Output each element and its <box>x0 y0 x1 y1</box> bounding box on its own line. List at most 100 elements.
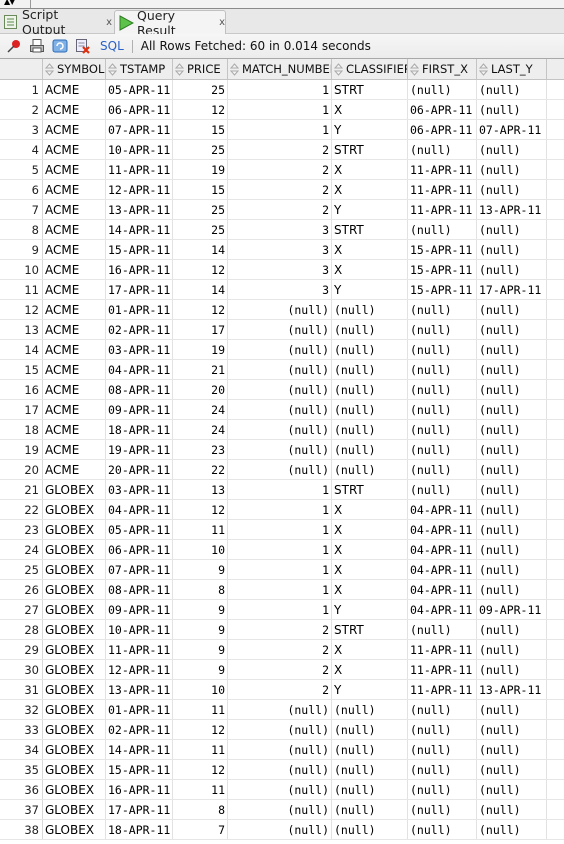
cell-match-number[interactable]: (null) <box>228 760 332 779</box>
cell-first-x[interactable]: (null) <box>408 700 477 719</box>
table-row[interactable]: 21 GLOBEX 03-APR-11 13 1 STRT (null) (null) <box>0 480 564 500</box>
cell-last-y[interactable]: (null) <box>477 160 547 179</box>
cell-first-x[interactable]: 15-APR-11 <box>408 280 477 299</box>
cell-match-number[interactable]: 3 <box>228 240 332 259</box>
cell-match-number[interactable]: 1 <box>228 560 332 579</box>
cell-tstamp[interactable]: 10-APR-11 <box>106 620 173 639</box>
sql-button[interactable]: SQL <box>100 39 124 53</box>
cell-classifier[interactable]: X <box>332 180 408 199</box>
cell-classifier[interactable]: (null) <box>332 340 408 359</box>
pin-icon[interactable] <box>5 37 23 55</box>
cell-classifier[interactable]: (null) <box>332 820 408 839</box>
cell-first-x[interactable]: (null) <box>408 780 477 799</box>
cell-price[interactable]: 15 <box>173 120 228 139</box>
cell-match-number[interactable]: (null) <box>228 700 332 719</box>
cell-last-y[interactable]: (null) <box>477 300 547 319</box>
cell-tstamp[interactable]: 02-APR-11 <box>106 320 173 339</box>
cell-tstamp[interactable]: 11-APR-11 <box>106 640 173 659</box>
cell-match-number[interactable]: 3 <box>228 280 332 299</box>
cell-last-y[interactable]: (null) <box>477 420 547 439</box>
table-row[interactable]: 17 ACME 09-APR-11 24 (null) (null) (null) (null… <box>0 400 564 420</box>
cell-symbol[interactable]: GLOBEX <box>43 720 106 739</box>
table-row[interactable]: 5 ACME 11-APR-11 19 2 X 11-APR-11 (null) <box>0 160 564 180</box>
cell-tstamp[interactable]: 01-APR-11 <box>106 700 173 719</box>
cell-tstamp[interactable]: 08-APR-11 <box>106 580 173 599</box>
cell-symbol[interactable]: GLOBEX <box>43 800 106 819</box>
cell-tstamp[interactable]: 12-APR-11 <box>106 180 173 199</box>
cell-price[interactable]: 12 <box>173 100 228 119</box>
cell-match-number[interactable]: 2 <box>228 680 332 699</box>
cell-symbol[interactable]: ACME <box>43 300 106 319</box>
cell-tstamp[interactable]: 01-APR-11 <box>106 300 173 319</box>
cell-first-x[interactable]: (null) <box>408 340 477 359</box>
table-row[interactable]: 36 GLOBEX 16-APR-11 11 (null) (null) (null) (nu… <box>0 780 564 800</box>
cell-price[interactable]: 12 <box>173 300 228 319</box>
cell-symbol[interactable]: GLOBEX <box>43 600 106 619</box>
cell-last-y[interactable]: (null) <box>477 660 547 679</box>
cell-match-number[interactable]: 1 <box>228 480 332 499</box>
cell-classifier[interactable]: (null) <box>332 300 408 319</box>
cell-match-number[interactable]: (null) <box>228 440 332 459</box>
cell-last-y[interactable]: (null) <box>477 740 547 759</box>
cell-classifier[interactable]: Y <box>332 200 408 219</box>
cell-symbol[interactable]: GLOBEX <box>43 500 106 519</box>
cell-last-y[interactable]: (null) <box>477 560 547 579</box>
cell-last-y[interactable]: (null) <box>477 360 547 379</box>
close-icon[interactable]: x <box>106 17 112 28</box>
cell-price[interactable]: 24 <box>173 400 228 419</box>
table-row[interactable]: 35 GLOBEX 15-APR-11 12 (null) (null) (null) (nu… <box>0 760 564 780</box>
cell-tstamp[interactable]: 17-APR-11 <box>106 800 173 819</box>
cell-price[interactable]: 24 <box>173 420 228 439</box>
cell-tstamp[interactable]: 18-APR-11 <box>106 820 173 839</box>
cell-price[interactable]: 23 <box>173 440 228 459</box>
cell-classifier[interactable]: STRT <box>332 80 408 99</box>
cell-match-number[interactable]: 1 <box>228 580 332 599</box>
table-row[interactable]: 24 GLOBEX 06-APR-11 10 1 X 04-APR-11 (null) <box>0 540 564 560</box>
table-row[interactable]: 7 ACME 13-APR-11 25 2 Y 11-APR-11 13-APR-11 <box>0 200 564 220</box>
cell-classifier[interactable]: (null) <box>332 360 408 379</box>
cell-last-y[interactable]: (null) <box>477 180 547 199</box>
table-row[interactable]: 25 GLOBEX 07-APR-11 9 1 X 04-APR-11 (null) <box>0 560 564 580</box>
cell-tstamp[interactable]: 06-APR-11 <box>106 100 173 119</box>
cell-match-number[interactable]: 1 <box>228 100 332 119</box>
cell-price[interactable]: 10 <box>173 540 228 559</box>
cell-tstamp[interactable]: 09-APR-11 <box>106 400 173 419</box>
cell-price[interactable]: 9 <box>173 600 228 619</box>
cell-price[interactable]: 15 <box>173 180 228 199</box>
table-row[interactable]: 6 ACME 12-APR-11 15 2 X 11-APR-11 (null) <box>0 180 564 200</box>
cell-tstamp[interactable]: 15-APR-11 <box>106 240 173 259</box>
cell-last-y[interactable]: (null) <box>477 80 547 99</box>
column-header-classifier[interactable]: CLASSIFIER <box>332 59 408 79</box>
cell-last-y[interactable]: (null) <box>477 580 547 599</box>
table-row[interactable]: 15 ACME 04-APR-11 21 (null) (null) (null) (null… <box>0 360 564 380</box>
table-row[interactable]: 32 GLOBEX 01-APR-11 11 (null) (null) (null) (nu… <box>0 700 564 720</box>
cell-last-y[interactable]: 13-APR-11 <box>477 200 547 219</box>
cell-classifier[interactable]: STRT <box>332 220 408 239</box>
cell-classifier[interactable]: Y <box>332 280 408 299</box>
cell-first-x[interactable]: 11-APR-11 <box>408 160 477 179</box>
cell-match-number[interactable]: 1 <box>228 520 332 539</box>
cell-price[interactable]: 19 <box>173 160 228 179</box>
cell-symbol[interactable]: ACME <box>43 80 106 99</box>
cell-price[interactable]: 25 <box>173 200 228 219</box>
cell-classifier[interactable]: X <box>332 640 408 659</box>
cell-tstamp[interactable]: 19-APR-11 <box>106 440 173 459</box>
cell-first-x[interactable]: (null) <box>408 140 477 159</box>
cell-match-number[interactable]: (null) <box>228 820 332 839</box>
cell-last-y[interactable]: 17-APR-11 <box>477 280 547 299</box>
refresh-icon[interactable] <box>51 37 69 55</box>
cell-symbol[interactable]: ACME <box>43 200 106 219</box>
cell-symbol[interactable]: ACME <box>43 320 106 339</box>
cell-price[interactable]: 10 <box>173 680 228 699</box>
cell-first-x[interactable]: 11-APR-11 <box>408 200 477 219</box>
table-row[interactable]: 3 ACME 07-APR-11 15 1 Y 06-APR-11 07-APR-11 <box>0 120 564 140</box>
cell-symbol[interactable]: GLOBEX <box>43 680 106 699</box>
print-icon[interactable] <box>28 37 46 55</box>
cell-price[interactable]: 19 <box>173 340 228 359</box>
table-row[interactable]: 13 ACME 02-APR-11 17 (null) (null) (null) (null… <box>0 320 564 340</box>
cell-price[interactable]: 9 <box>173 620 228 639</box>
cell-price[interactable]: 8 <box>173 800 228 819</box>
column-header-tstamp[interactable]: TSTAMP <box>106 59 173 79</box>
cell-symbol[interactable]: GLOBEX <box>43 580 106 599</box>
table-row[interactable]: 19 ACME 19-APR-11 23 (null) (null) (null) (null… <box>0 440 564 460</box>
